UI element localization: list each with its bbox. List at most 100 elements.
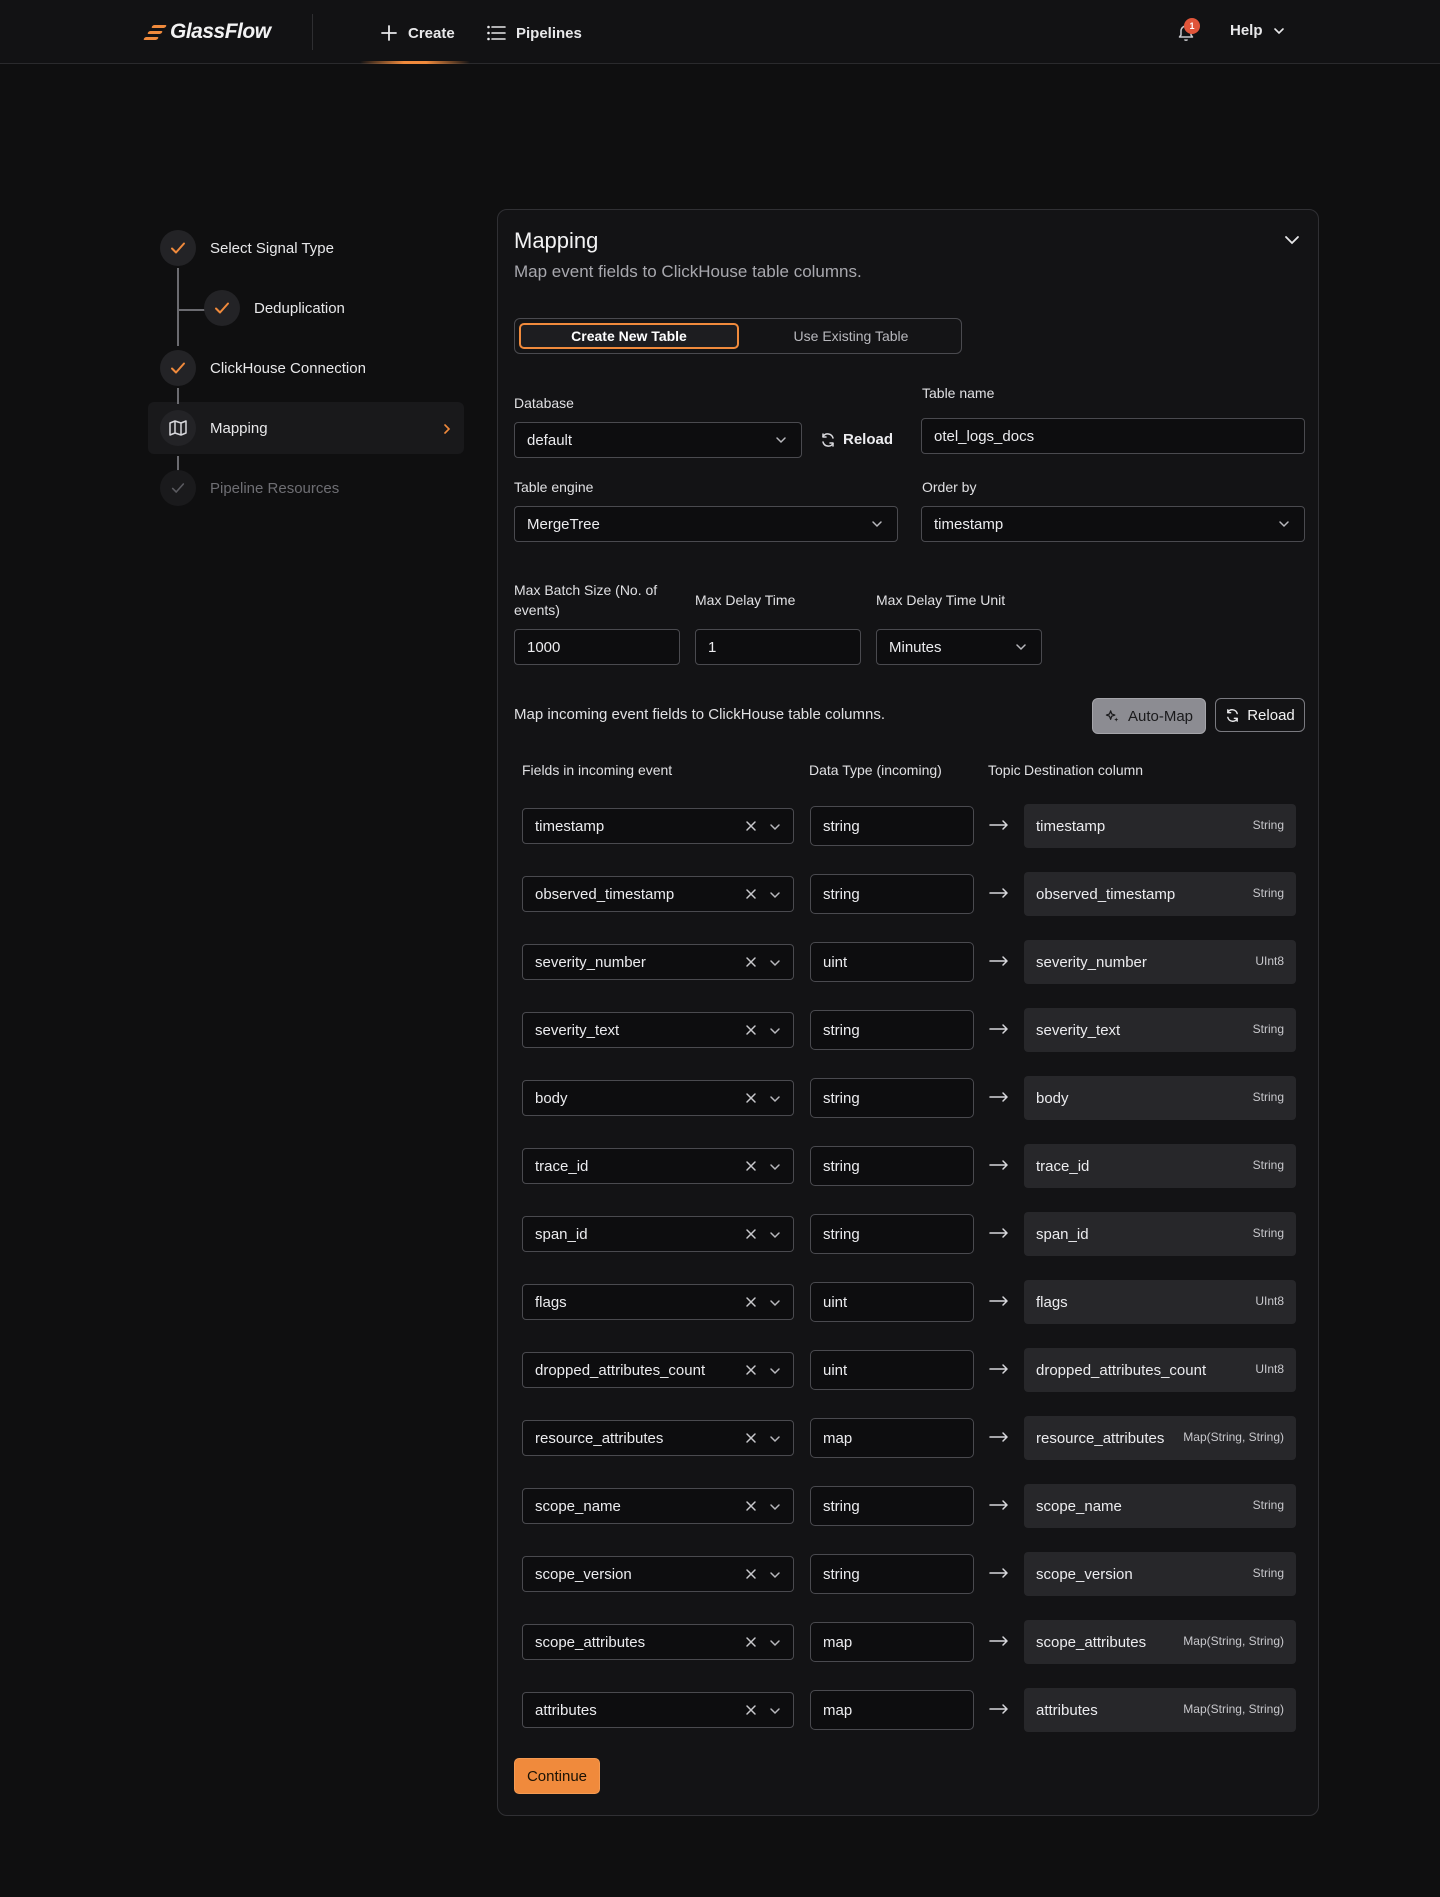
card-title: Mapping [514,228,599,253]
table-engine-select[interactable]: MergeTree [514,506,898,542]
step-deduplication[interactable]: Deduplication [204,290,345,326]
clear-icon[interactable] [745,1500,757,1512]
incoming-field-select[interactable]: observed_timestamp [522,876,794,912]
database-select[interactable]: default [514,422,802,458]
clear-icon[interactable] [745,820,757,832]
destination-column: span_id String [1024,1212,1296,1256]
logo-text: GlassFlow [170,20,271,43]
step-mapping[interactable]: Mapping [160,410,462,446]
data-type-field[interactable]: map [810,1622,974,1662]
incoming-field-select[interactable]: flags [522,1284,794,1320]
clear-icon[interactable] [745,1636,757,1648]
data-type-field[interactable]: string [810,1146,974,1186]
destination-column-name: severity_number [1036,953,1147,971]
table-name-input[interactable]: otel_logs_docs [921,418,1305,454]
data-type-field[interactable]: string [810,1214,974,1254]
clear-icon[interactable] [745,956,757,968]
clear-icon[interactable] [745,1160,757,1172]
clear-icon[interactable] [745,1228,757,1240]
clear-icon[interactable] [745,1024,757,1036]
clear-icon[interactable] [745,1296,757,1308]
incoming-field-select[interactable]: body [522,1080,794,1116]
max-delay-unit-select[interactable]: Minutes [876,629,1042,665]
glassflow-logo[interactable]: GlassFlow [143,18,271,46]
max-batch-size-label: Max Batch Size (No. of events) [514,582,658,618]
stepper-connector [177,268,179,346]
mapping-row: body string body String [498,1074,1318,1142]
incoming-field-select[interactable]: scope_version [522,1556,794,1592]
clear-icon[interactable] [745,1432,757,1444]
nav-active-indicator [360,61,470,64]
data-type-field[interactable]: string [810,1010,974,1050]
incoming-field-select[interactable]: severity_text [522,1012,794,1048]
incoming-field-select[interactable]: trace_id [522,1148,794,1184]
incoming-field-select[interactable]: span_id [522,1216,794,1252]
max-batch-size-input[interactable]: 1000 [514,629,680,665]
clear-icon[interactable] [745,1568,757,1580]
data-type-field[interactable]: string [810,874,974,914]
mapping-row: attributes map attributes Map(String, Strin… [498,1686,1318,1754]
notification-badge: 1 [1184,18,1200,34]
max-delay-time-label: Max Delay Time [695,592,796,608]
reload-mapping-button[interactable]: Reload [1215,698,1305,732]
incoming-field-select[interactable]: scope_attributes [522,1624,794,1660]
max-delay-time-input[interactable]: 1 [695,629,861,665]
nav-create[interactable]: Create [380,20,455,46]
data-type-field[interactable]: string [810,1486,974,1526]
data-type-field[interactable]: string [810,1078,974,1118]
mapping-row: severity_text string severity_text String [498,1006,1318,1074]
clear-icon[interactable] [745,1364,757,1376]
step-check-icon [160,470,196,506]
order-by-label: Order by [922,479,977,495]
chevron-down-icon [770,1504,780,1511]
help-menu[interactable]: Help [1230,22,1285,39]
data-type-field[interactable]: uint [810,1350,974,1390]
incoming-field-value: span_id [535,1225,588,1243]
collapse-chevron-icon[interactable] [1282,230,1302,250]
plus-icon [381,25,397,41]
mapping-hint: Map incoming event fields to ClickHouse … [514,706,886,723]
chevron-down-icon [770,1436,780,1443]
clear-icon[interactable] [745,1092,757,1104]
incoming-field-select[interactable]: timestamp [522,808,794,844]
data-type-field[interactable]: string [810,1554,974,1594]
mapping-row: flags uint flags UInt8 [498,1278,1318,1346]
column-header-fields: Fields in incoming event [522,762,673,778]
order-by-select[interactable]: timestamp [921,506,1305,542]
incoming-field-select[interactable]: severity_number [522,944,794,980]
tab-use-existing-table[interactable]: Use Existing Table [743,323,959,349]
auto-map-button[interactable]: Auto-Map [1092,698,1206,734]
top-navigation: GlassFlow Create Pipelines 1 Help [0,0,1440,64]
destination-column: severity_number UInt8 [1024,940,1296,984]
order-by-value: timestamp [934,515,1004,533]
step-label: Pipeline Resources [210,479,340,497]
incoming-field-select[interactable]: dropped_attributes_count [522,1352,794,1388]
data-type-field[interactable]: uint [810,1282,974,1322]
continue-button[interactable]: Continue [514,1758,600,1794]
step-clickhouse-connection[interactable]: ClickHouse Connection [160,350,366,386]
incoming-field-select[interactable]: scope_name [522,1488,794,1524]
chevron-right-icon [444,424,451,434]
step-label: Select Signal Type [210,239,334,257]
incoming-field-select[interactable]: resource_attributes [522,1420,794,1456]
nav-divider [312,14,313,50]
clickhouse-type-badge: Map(String, String) [1183,1634,1284,1648]
step-select-signal-type[interactable]: Select Signal Type [160,230,334,266]
clear-icon[interactable] [745,1704,757,1716]
data-type-field[interactable]: string [810,806,974,846]
mapping-card: Mapping Map event fields to ClickHouse t… [497,209,1319,1816]
data-type-field[interactable]: map [810,1690,974,1730]
clickhouse-type-badge: Map(String, String) [1183,1702,1284,1716]
tab-create-new-table[interactable]: Create New Table [519,323,739,349]
data-type-field[interactable]: map [810,1418,974,1458]
chevron-down-icon [776,437,786,444]
nav-pipelines[interactable]: Pipelines [486,20,582,46]
destination-column: body String [1024,1076,1296,1120]
mapping-row: scope_attributes map scope_attributes Map(S… [498,1618,1318,1686]
chevron-down-icon [770,1708,780,1715]
destination-column-name: trace_id [1036,1157,1090,1175]
incoming-field-select[interactable]: attributes [522,1692,794,1728]
reload-database-button[interactable]: Reload [820,431,893,448]
clear-icon[interactable] [745,888,757,900]
data-type-field[interactable]: uint [810,942,974,982]
